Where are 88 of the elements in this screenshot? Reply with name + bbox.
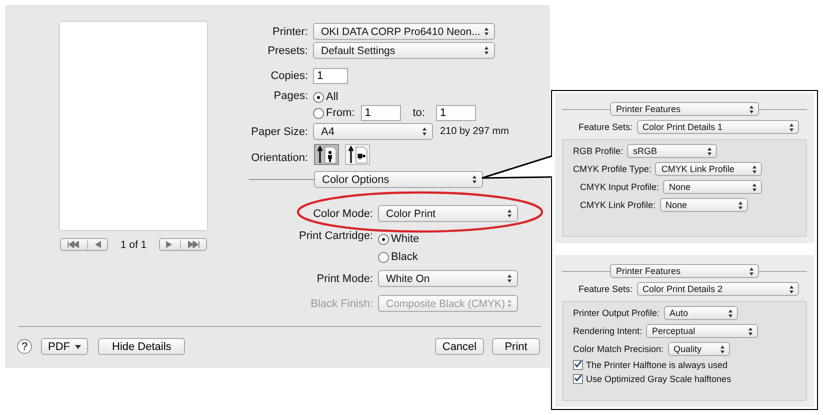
next-page-icon[interactable] xyxy=(166,241,172,248)
updown-arrows-icon xyxy=(720,344,725,354)
next-last-buttons[interactable] xyxy=(159,238,207,251)
option-label[interactable]: White xyxy=(391,233,420,245)
checkbox-label[interactable]: The Printer Halftone is always used xyxy=(586,360,728,370)
field-label: Paper Size: xyxy=(250,126,308,138)
hide-details-button[interactable]: Hide Details xyxy=(98,338,186,355)
updown-arrows-icon xyxy=(749,104,754,114)
pdf-button[interactable]: PDF xyxy=(41,338,88,355)
updown-arrows-icon xyxy=(738,200,743,210)
checkbox[interactable] xyxy=(573,360,583,370)
page-indicator: 1 of 1 xyxy=(120,238,147,250)
orientation-button[interactable] xyxy=(314,144,339,165)
field-label: Copies: xyxy=(270,70,308,82)
dropdown[interactable]: None xyxy=(663,180,762,194)
paper-dimensions: 210 by 297 mm xyxy=(440,126,509,137)
dropdown[interactable]: White On xyxy=(378,270,518,287)
dropdown[interactable]: Printer Features xyxy=(610,102,759,116)
dropdown[interactable]: Printer Features xyxy=(610,264,759,278)
landscape-icon xyxy=(348,146,368,164)
last-page-icon[interactable] xyxy=(188,241,200,248)
updown-arrows-icon xyxy=(507,209,512,218)
field-label: Printer: xyxy=(272,26,308,38)
copies-field[interactable]: 1 xyxy=(313,68,348,84)
dropdown[interactable]: Auto xyxy=(664,306,738,320)
help-button[interactable]: ? xyxy=(17,339,32,354)
dropdown[interactable]: Color Print xyxy=(378,205,518,222)
caret-icon xyxy=(75,344,81,348)
updown-arrows-icon xyxy=(728,308,733,318)
dropdown[interactable]: None xyxy=(660,198,748,212)
field-label: Pages: xyxy=(272,89,308,102)
field-label: Presets: xyxy=(266,44,308,56)
cancel-button[interactable]: Cancel xyxy=(435,338,484,355)
field-label: Print Mode: xyxy=(316,272,373,284)
updown-arrows-icon xyxy=(748,326,754,336)
field-label: Print Cartridge: xyxy=(298,230,373,242)
field-label: CMYK Profile Type: xyxy=(573,164,652,174)
dropdown[interactable]: Color Print Details 2 xyxy=(636,282,799,296)
radio-button[interactable] xyxy=(378,252,389,262)
updown-arrows-icon xyxy=(472,175,477,184)
updown-arrows-icon xyxy=(707,146,712,156)
option-label[interactable]: From: xyxy=(326,107,355,119)
from-field[interactable]: 1 xyxy=(360,105,401,121)
field-label: CMYK Link Profile: xyxy=(580,200,656,210)
option-label[interactable]: Black xyxy=(391,251,418,263)
dropdown[interactable]: A4 xyxy=(313,123,433,140)
updown-arrows-icon xyxy=(422,127,427,136)
field-label: RGB Profile: xyxy=(573,146,624,156)
updown-arrows-icon xyxy=(752,164,758,174)
field-label: Color Match Precision: xyxy=(573,344,664,354)
updown-arrows-icon xyxy=(788,122,794,132)
portrait-icon xyxy=(316,146,336,164)
updown-arrows-icon xyxy=(749,266,754,276)
updown-arrows-icon xyxy=(507,274,512,283)
field-label: Color Mode: xyxy=(312,208,373,220)
radio-button[interactable] xyxy=(313,92,324,102)
checkbox-label[interactable]: Use Optimized Gray Scale halftones xyxy=(586,374,732,384)
orientation-button[interactable] xyxy=(345,144,370,165)
field-label: Printer Output Profile: xyxy=(573,308,660,318)
checkbox[interactable] xyxy=(573,374,583,384)
to-field[interactable]: 1 xyxy=(436,105,476,121)
print-button[interactable]: Print xyxy=(492,338,540,355)
field-label: Feature Sets: xyxy=(578,122,633,132)
dropdown[interactable]: CMYK Link Profile xyxy=(655,162,762,176)
dropdown[interactable]: Perceptual xyxy=(646,324,758,338)
updown-arrows-icon xyxy=(484,46,489,55)
dropdown[interactable]: Quality xyxy=(668,342,730,356)
radio-button[interactable] xyxy=(313,108,324,118)
dropdown[interactable]: sRGB xyxy=(627,144,718,158)
dropdown[interactable]: Color Options xyxy=(314,171,483,188)
to-label: to: xyxy=(412,107,425,119)
updown-arrows-icon xyxy=(752,182,758,192)
field-label: Feature Sets: xyxy=(578,284,633,294)
updown-arrows-icon xyxy=(484,27,489,36)
field-label: Rendering Intent: xyxy=(573,326,642,336)
field-label: Black Finish: xyxy=(310,298,373,310)
first-page-icon[interactable] xyxy=(67,241,79,248)
field-label: CMYK Input Profile: xyxy=(580,182,660,192)
field-label: Orientation: xyxy=(250,152,308,164)
dropdown[interactable]: Color Print Details 1 xyxy=(636,120,799,134)
radio-button[interactable] xyxy=(378,234,389,244)
dropdown[interactable]: OKI DATA CORP Pro6410 Neon... xyxy=(313,23,495,40)
dropdown[interactable]: Default Settings xyxy=(313,42,495,59)
updown-arrows-icon xyxy=(788,284,794,294)
updown-arrows-icon xyxy=(507,299,512,308)
first-previous-buttons[interactable] xyxy=(60,238,108,251)
previous-page-icon[interactable] xyxy=(95,241,101,248)
option-label[interactable]: All xyxy=(326,91,338,103)
